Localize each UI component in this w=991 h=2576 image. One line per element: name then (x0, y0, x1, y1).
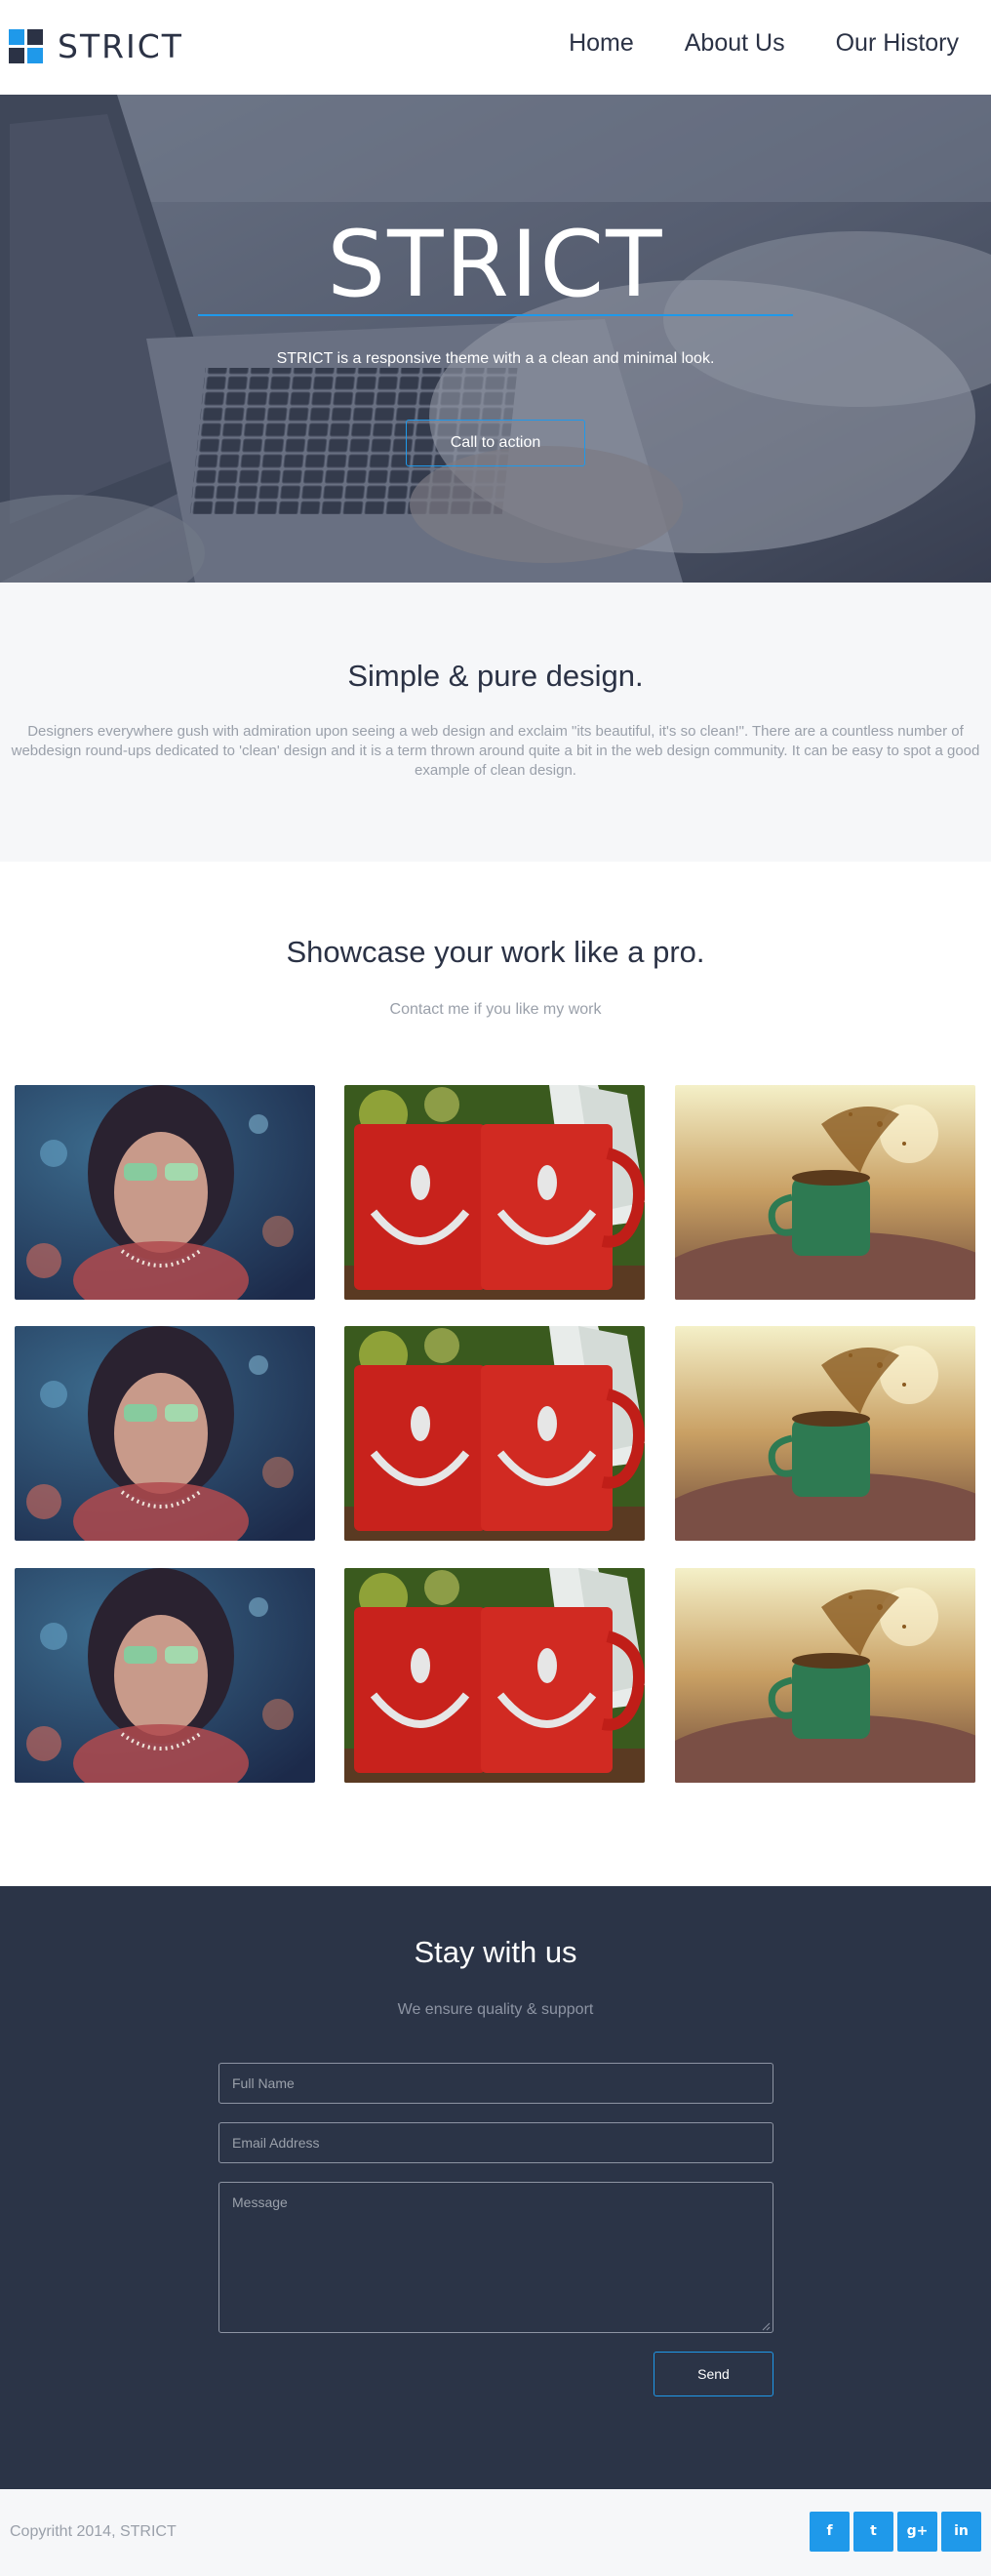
green-cup-splash-photo (675, 1085, 975, 1300)
logo-text: STRICT (58, 27, 183, 65)
red-smiley-mugs-photo (344, 1568, 645, 1783)
main-nav: Home About Us Our History (518, 29, 959, 58)
gallery-item[interactable] (675, 1326, 975, 1541)
call-to-action-button[interactable]: Call to action (406, 420, 585, 466)
hero-divider (198, 314, 793, 316)
google-plus-icon[interactable]: g+ (897, 2512, 937, 2552)
email-field[interactable] (218, 2122, 773, 2163)
showcase-section: Showcase your work like a pro. Contact m… (0, 862, 991, 1886)
green-cup-splash-photo (675, 1568, 975, 1783)
woman-sunglasses-photo (15, 1568, 315, 1783)
intro-heading: Simple & pure design. (347, 659, 644, 693)
linkedin-icon[interactable]: in (941, 2512, 981, 2552)
nav-home[interactable]: Home (569, 29, 634, 58)
copyright-text: Copyritht 2014, STRICT (10, 2523, 177, 2540)
contact-heading: Stay with us (414, 1935, 577, 1969)
showcase-heading: Showcase your work like a pro. (286, 935, 705, 969)
contact-subheading: We ensure quality & support (397, 2001, 594, 2018)
hero-subtitle: STRICT is a responsive theme with a a cl… (276, 350, 715, 367)
message-field[interactable] (218, 2182, 773, 2333)
nav-our-history[interactable]: Our History (836, 29, 959, 58)
woman-sunglasses-photo (15, 1085, 315, 1300)
gallery-item[interactable] (675, 1568, 975, 1783)
site-header: STRICT Home About Us Our History (0, 0, 991, 95)
red-smiley-mugs-photo (344, 1085, 645, 1300)
logo[interactable]: STRICT (9, 27, 183, 65)
red-smiley-mugs-photo (344, 1326, 645, 1541)
hero-section: STRICT STRICT is a responsive theme with… (0, 95, 991, 583)
green-cup-splash-photo (675, 1326, 975, 1541)
send-button[interactable]: Send (654, 2352, 773, 2396)
gallery-item[interactable] (675, 1085, 975, 1300)
facebook-icon[interactable]: f (810, 2512, 850, 2552)
site-footer: Copyritht 2014, STRICT f t g+ in (0, 2489, 991, 2576)
twitter-icon[interactable]: t (853, 2512, 893, 2552)
gallery-item[interactable] (15, 1326, 315, 1541)
gallery-item[interactable] (344, 1326, 645, 1541)
hero-title: STRICT (327, 212, 664, 318)
social-links: f t g+ in (810, 2512, 981, 2552)
woman-sunglasses-photo (15, 1326, 315, 1541)
intro-section: Simple & pure design. Designers everywhe… (0, 583, 991, 862)
logo-mark-icon (9, 28, 44, 64)
gallery-item[interactable] (344, 1568, 645, 1783)
full-name-field[interactable] (218, 2063, 773, 2104)
showcase-subheading: Contact me if you like my work (389, 1001, 602, 1018)
gallery-item[interactable] (15, 1568, 315, 1783)
contact-section: Stay with us We ensure quality & support… (0, 1886, 991, 2489)
intro-body: Designers everywhere gush with admiratio… (11, 723, 980, 779)
gallery-item[interactable] (15, 1085, 315, 1300)
gallery-item[interactable] (344, 1085, 645, 1300)
nav-about-us[interactable]: About Us (685, 29, 785, 58)
resize-grip-icon[interactable] (761, 2321, 771, 2331)
hero-overlay (0, 95, 991, 583)
